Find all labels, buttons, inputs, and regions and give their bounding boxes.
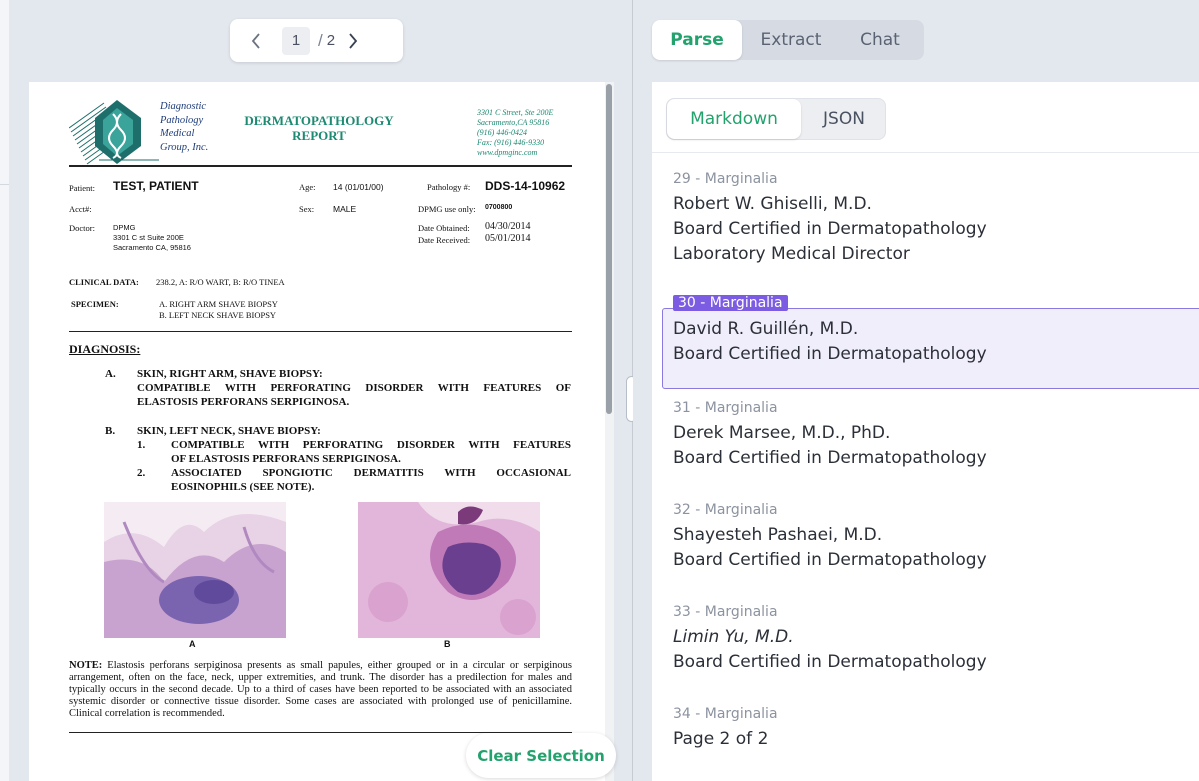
header-rule xyxy=(69,165,572,167)
chevron-left-icon xyxy=(251,32,260,49)
block-line: Laboratory Medical Director xyxy=(673,244,910,264)
diag-a-text: ELASTOSIS PERFORANS SERPIGINOSA. xyxy=(137,396,350,408)
next-page-button[interactable] xyxy=(343,19,363,62)
diag-b2-text: EOSINOPHILS (SEE NOTE). xyxy=(171,481,315,493)
document-viewer-pane: 1 / 2 Diagnostic Pathology Medical Group… xyxy=(0,0,632,781)
diag-b1-text: OF ELASTOSIS PERFORANS SERPIGINOSA. xyxy=(171,453,401,465)
specimen-rule xyxy=(69,331,572,332)
patient-name: TEST, PATIENT xyxy=(113,179,199,193)
pathology-label: Pathology #: xyxy=(427,182,471,192)
block-tag: 30 - Marginalia xyxy=(673,295,788,311)
note-paragraph: NOTE: Elastosis perforans serpiginosa pr… xyxy=(69,660,572,720)
block-line: Page 2 of 2 xyxy=(673,729,769,749)
left-edge xyxy=(0,0,9,781)
received-label: Date Received: xyxy=(418,235,471,245)
block-line: Board Certified in Dermatopathology xyxy=(673,219,987,239)
block-line: David R. Guillén, M.D. xyxy=(673,319,859,339)
block-line: Board Certified in Dermatopathology xyxy=(673,652,987,672)
parsed-block[interactable]: 32 - Marginalia Shayesteh Pashaei, M.D. … xyxy=(652,500,1199,570)
parsed-block-selected[interactable]: 30 - Marginalia David R. Guillén, M.D. B… xyxy=(652,295,1199,390)
diag-b2-text: ASSOCIATED SPONGIOTIC DERMATITIS WITH OC… xyxy=(171,467,571,479)
patient-label: Patient: xyxy=(69,183,95,193)
tab-json[interactable]: JSON xyxy=(803,99,885,139)
diag-b-letter: B. xyxy=(105,425,116,437)
image-a-caption: A xyxy=(189,639,196,649)
diag-b2-num: 2. xyxy=(137,467,146,479)
main-tab-bar: Parse Extract Chat xyxy=(652,20,924,60)
block-tag: 31 - Marginalia xyxy=(673,400,778,416)
parsed-block[interactable]: 34 - Marginalia Page 2 of 2 xyxy=(652,704,1199,754)
doctor-line: Sacramento CA, 95816 xyxy=(113,243,191,252)
acct-label: Acct#: xyxy=(69,204,92,214)
previous-page-button[interactable] xyxy=(246,19,266,62)
diag-a-title: SKIN, RIGHT ARM, SHAVE BIOPSY: xyxy=(137,368,323,380)
document-scrollbar-thumb[interactable] xyxy=(606,84,612,414)
document-page[interactable]: Diagnostic Pathology Medical Group, Inc.… xyxy=(29,82,605,781)
diagnosis-heading: DIAGNOSIS: xyxy=(69,342,141,356)
tab-extract[interactable]: Extract xyxy=(746,20,836,60)
block-tag: 33 - Marginalia xyxy=(673,604,778,620)
tab-markdown[interactable]: Markdown xyxy=(667,99,801,139)
format-tab-bar: Markdown JSON xyxy=(652,82,1199,153)
clinical-label: CLINICAL DATA: xyxy=(69,277,139,287)
results-pane: Parse Extract Chat Markdown JSON 29 - Ma… xyxy=(633,0,1199,781)
doctor-label: Doctor: xyxy=(69,223,95,233)
histology-image-a xyxy=(104,502,286,638)
specimen-line: B. LEFT NECK SHAVE BIOPSY xyxy=(159,310,277,320)
diag-b1-num: 1. xyxy=(137,439,146,451)
dpmg-label: DPMG use only: xyxy=(418,204,476,214)
clinical-value: 238.2, A: R/O WART, B: R/O TINEA xyxy=(156,277,285,287)
logo-text: Diagnostic Pathology Medical Group, Inc. xyxy=(160,101,209,153)
tab-chat[interactable]: Chat xyxy=(836,20,924,60)
block-line: Robert W. Ghiselli, M.D. xyxy=(673,194,872,214)
block-line: Shayesteh Pashaei, M.D. xyxy=(673,525,883,545)
specimen-line: A. RIGHT ARM SHAVE BIOPSY xyxy=(159,299,278,309)
block-tag: 32 - Marginalia xyxy=(673,502,778,518)
parse-output-panel: Markdown JSON 29 - Marginalia Robert W. … xyxy=(652,82,1199,781)
specimen-label: SPECIMEN: xyxy=(71,299,119,309)
parsed-block[interactable]: 33 - Marginalia Limin Yu, M.D. Board Cer… xyxy=(652,602,1199,672)
total-pages: 2 xyxy=(326,32,336,49)
format-toggle: Markdown JSON xyxy=(666,98,886,140)
page-navigator: 1 / 2 xyxy=(230,19,403,62)
diag-a-text: COMPATIBLE WITH PERFORATING DISORDER WIT… xyxy=(137,382,571,394)
age-value: 14 (01/01/00) xyxy=(333,182,384,192)
block-line: Board Certified in Dermatopathology xyxy=(673,448,987,468)
obtained-label: Date Obtained: xyxy=(418,223,470,233)
diag-b1-text: COMPATIBLE WITH PERFORATING DISORDER WIT… xyxy=(171,439,571,451)
clear-selection-button[interactable]: Clear Selection xyxy=(466,733,616,778)
chevron-right-icon xyxy=(349,32,358,49)
histology-image-b xyxy=(358,502,540,638)
obtained-value: 04/30/2014 xyxy=(485,221,531,232)
parsed-block[interactable]: 31 - Marginalia Derek Marsee, M.D., PhD.… xyxy=(652,398,1199,468)
doctor-line: DPMG xyxy=(113,223,136,232)
received-value: 05/01/2014 xyxy=(485,233,531,244)
pathology-number: DDS-14-10962 xyxy=(485,179,566,193)
block-line: Limin Yu, M.D. xyxy=(673,627,794,647)
block-line: Board Certified in Dermatopathology xyxy=(673,344,987,364)
sex-label: Sex: xyxy=(299,204,315,214)
report-title: DERMATOPATHOLOGY REPORT xyxy=(244,113,394,143)
diag-b-title: SKIN, LEFT NECK, SHAVE BIOPSY: xyxy=(137,425,321,437)
parsed-block[interactable]: 29 - Marginalia Robert W. Ghiselli, M.D.… xyxy=(652,168,1199,268)
dpmg-value: 0700800 xyxy=(485,204,513,211)
lab-address: 3301 C Street, Ste 200E Sacramento,CA 95… xyxy=(477,108,554,157)
age-label: Age: xyxy=(299,182,316,192)
left-edge-divider xyxy=(0,184,9,185)
diag-a-letter: A. xyxy=(105,368,116,380)
block-line: Derek Marsee, M.D., PhD. xyxy=(673,423,891,443)
sex-value: MALE xyxy=(333,204,357,214)
page-separator: / xyxy=(318,30,323,50)
note-text: Elastosis perforans serpiginosa presents… xyxy=(69,660,572,719)
block-line: Board Certified in Dermatopathology xyxy=(673,550,987,570)
doctor-line: 3301 C st Suite 200E xyxy=(113,233,184,242)
block-tag: 34 - Marginalia xyxy=(673,706,778,722)
current-page-input[interactable]: 1 xyxy=(282,26,310,55)
block-tag: 29 - Marginalia xyxy=(673,171,778,187)
image-b-caption: B xyxy=(444,639,451,649)
dpmg-logo-icon xyxy=(69,100,159,165)
tab-parse[interactable]: Parse xyxy=(652,20,742,60)
note-label: NOTE: xyxy=(69,660,103,671)
